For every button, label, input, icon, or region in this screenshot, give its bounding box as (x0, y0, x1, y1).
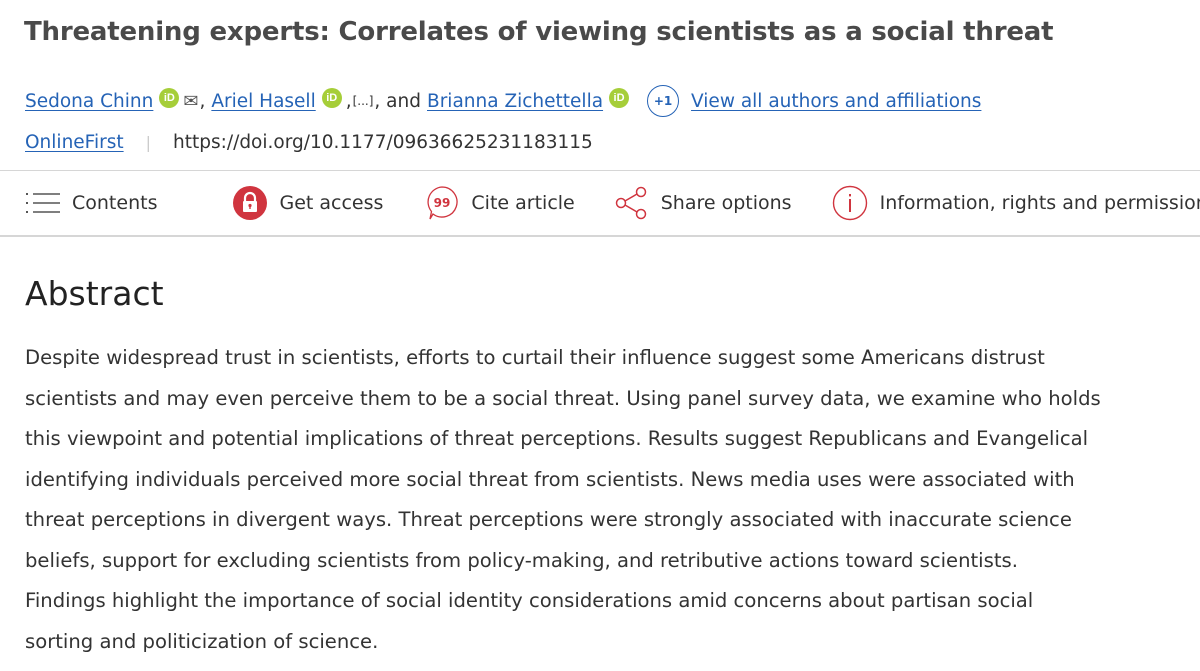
get-access-button[interactable]: Get access (233, 186, 383, 220)
abstract-line: this viewpoint and potential implication… (25, 427, 1089, 450)
quote-icon: 99 (425, 185, 459, 221)
share-options-label: Share options (660, 192, 792, 214)
info-rights-button[interactable]: Information, rights and permissions (832, 185, 1200, 221)
abstract-line: Despite widespread trust in scientists, … (25, 346, 1045, 369)
author-link-sedona-chinn[interactable]: Sedona Chinn (25, 91, 153, 112)
author-separator: , (199, 90, 206, 112)
author-separator: , (345, 90, 352, 112)
abstract-line: scientists and may even perceive them to… (25, 386, 1101, 410)
abstract-text: Despite widespread trust in scientists, … (25, 338, 1195, 662)
abstract-line: Findings highlight the importance of soc… (25, 589, 1034, 612)
author-link-ariel-hasell[interactable]: Ariel Hasell (211, 91, 315, 112)
email-icon[interactable]: ✉ (183, 91, 198, 112)
abstract-line: threat perceptions in divergent ways. Th… (25, 508, 1072, 531)
info-rights-label: Information, rights and permissions (879, 192, 1200, 214)
orcid-icon[interactable]: iD (321, 88, 342, 108)
info-icon (832, 185, 868, 221)
contents-label: Contents (72, 192, 158, 214)
abstract-line: sorting and politicization of science. (25, 629, 379, 653)
share-options-button[interactable]: Share options (615, 186, 792, 220)
orcid-icon[interactable]: iD (609, 88, 630, 108)
more-authors-badge[interactable]: +1 (647, 85, 680, 117)
author-link-brianna-zichettella[interactable]: Brianna Zichettella (427, 91, 603, 112)
svg-text:99: 99 (434, 196, 451, 210)
hidden-authors-ellipsis[interactable]: [...] (353, 94, 374, 108)
lock-icon (233, 186, 268, 220)
abstract-heading: Abstract (25, 274, 164, 313)
and-text: , and (374, 90, 421, 112)
list-icon (26, 191, 60, 215)
online-first-link[interactable]: OnlineFirst (25, 132, 124, 153)
article-title: Threatening experts: Correlates of viewi… (24, 17, 1054, 47)
cite-article-button[interactable]: 99 Cite article (425, 185, 575, 221)
contents-button[interactable]: Contents (26, 191, 157, 215)
orcid-icon[interactable]: iD (159, 88, 180, 108)
article-toolbar: Contents Get access 99 Cite article Shar… (0, 170, 1200, 237)
view-all-authors-link[interactable]: View all authors and affiliations (691, 91, 981, 112)
abstract-line: identifying individuals perceived more s… (25, 467, 1075, 491)
share-icon (615, 186, 649, 220)
abstract-line: beliefs, support for excluding scientist… (25, 548, 1018, 572)
get-access-label: Get access (279, 192, 384, 214)
article-meta: OnlineFirst | https://doi.org/10.1177/09… (25, 132, 593, 153)
cite-article-label: Cite article (471, 192, 575, 214)
meta-divider: | (145, 133, 151, 152)
author-list: Sedona Chinn iD ✉ , Ariel Hasell iD , [.… (25, 85, 981, 117)
doi-text: https://doi.org/10.1177/0963662523118311… (173, 132, 593, 153)
